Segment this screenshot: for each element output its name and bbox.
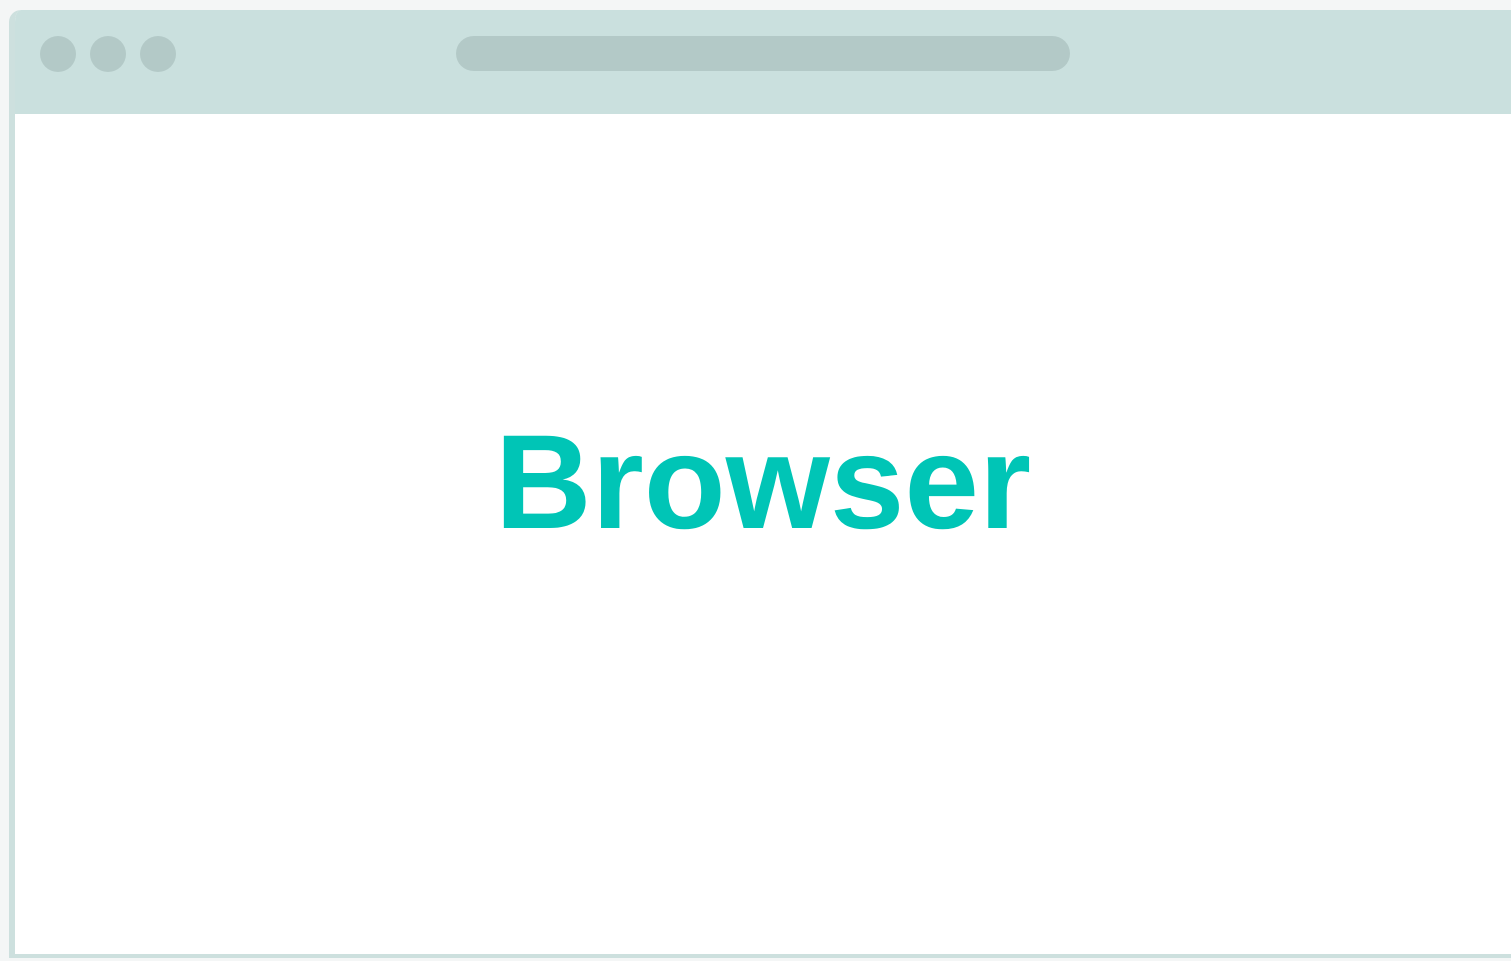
close-window-dot-icon[interactable]: [40, 36, 76, 72]
minimize-window-dot-icon[interactable]: [90, 36, 126, 72]
address-bar[interactable]: [456, 36, 1070, 71]
page-title: Browser: [494, 408, 1032, 557]
page-content: Browser: [15, 114, 1511, 954]
browser-window: Browser: [9, 10, 1511, 958]
maximize-window-dot-icon[interactable]: [140, 36, 176, 72]
title-bar: [15, 10, 1511, 114]
